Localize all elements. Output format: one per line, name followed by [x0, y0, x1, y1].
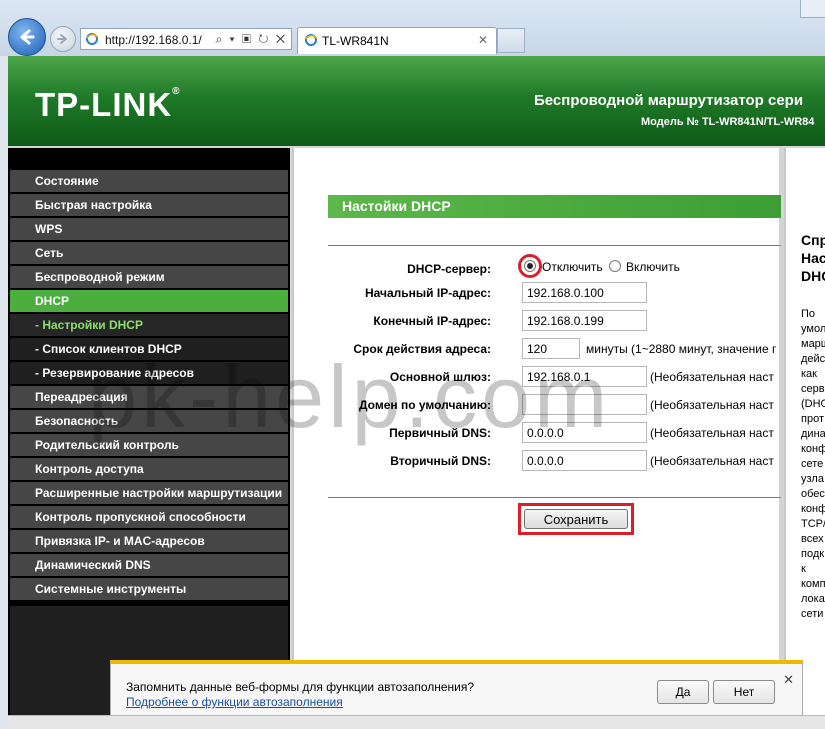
help-text-line: лока [801, 593, 825, 605]
help-text-line: как [801, 368, 817, 380]
forward-arrow-icon [57, 34, 67, 44]
ie-page-icon [86, 33, 99, 45]
dns2-input[interactable]: 0.0.0.0 [522, 450, 647, 471]
help-text-line: комп [801, 578, 825, 590]
notification-close-icon[interactable]: ✕ [783, 672, 794, 688]
horizontal-scrollbar[interactable] [8, 715, 825, 729]
help-text-line: TCP/ [801, 518, 825, 530]
dns2-row: Вторичный DNS: 0.0.0.0 (Необязательная н… [294, 450, 781, 472]
start-ip-input[interactable]: 192.168.0.100 [522, 282, 647, 303]
disable-radio[interactable] [524, 260, 536, 272]
address-bar[interactable]: http://192.168.0.1/ ⌕ ▾ ▣ ↻ ✕ [80, 28, 292, 50]
enable-label: Включить [626, 260, 680, 274]
sidebar-item-dhcp[interactable]: DHCP [10, 290, 288, 312]
yes-button[interactable]: Да [657, 680, 709, 704]
divider-top [328, 245, 781, 246]
new-tab-button[interactable] [497, 28, 525, 53]
help-text-line: обес [801, 488, 825, 500]
save-button[interactable]: Сохранить [524, 509, 628, 529]
help-text-line: всех [801, 533, 824, 545]
sidebar-item-wps[interactable]: WPS [10, 218, 288, 240]
start-ip-row: Начальный IP-адрес: 192.168.0.100 [294, 282, 781, 304]
sidebar-item-quick-setup[interactable]: Быстрая настройка [10, 194, 288, 216]
dhcp-server-row: DHCP-сервер: Отключить Включить [294, 254, 781, 280]
help-text-line: дина [801, 428, 825, 440]
help-text-line: сете [801, 458, 824, 470]
help-text-line: По [801, 308, 816, 320]
help-heading-2: Нас [801, 250, 825, 266]
help-text-line: марш [801, 338, 825, 350]
dns1-optional-note: (Необязательная наст [650, 426, 774, 440]
sidebar-item-access-control[interactable]: Контроль доступа [10, 458, 288, 480]
sidebar-item-bandwidth-control[interactable]: Контроль пропускной способности [10, 506, 288, 528]
no-button[interactable]: Нет [713, 680, 775, 704]
sidebar-item-dynamic-dns[interactable]: Динамический DNS [10, 554, 288, 576]
save-highlight-box: Сохранить [518, 503, 634, 535]
notification-message: Запомнить данные веб-формы для функции а… [126, 680, 475, 694]
section-title: Настойки DHCP [328, 195, 781, 218]
help-text-line: серв [801, 383, 825, 395]
dns2-label: Вторичный DNS: [390, 454, 491, 468]
help-text-line: умол [801, 323, 825, 335]
banner-model: Модель № TL-WR841N/TL-WR84 [641, 116, 815, 128]
help-text-line: (DHC [801, 398, 825, 410]
help-text-line: дейс [801, 353, 825, 365]
watermark-text: pk-help.com [88, 347, 612, 446]
tab-close-icon[interactable]: ✕ [478, 33, 488, 47]
sidebar-item-system-tools[interactable]: Системные инструменты [10, 578, 288, 600]
forward-button[interactable] [50, 26, 76, 52]
gateway-optional-note: (Необязательная наст [650, 370, 774, 384]
end-ip-input[interactable]: 192.168.0.199 [522, 310, 647, 331]
dns2-optional-note: (Необязательная наст [650, 454, 774, 468]
banner-title: Беспроводной маршрутизатор сери [534, 92, 804, 109]
help-text-line: узла [801, 473, 824, 485]
help-heading-1: Спр [801, 232, 825, 248]
sidebar-item-wireless[interactable]: Беспроводной режим [10, 266, 288, 288]
autocomplete-notification: Запомнить данные веб-формы для функции а… [110, 660, 803, 718]
end-ip-row: Конечный IP-адрес: 192.168.0.199 [294, 310, 781, 332]
lease-note: минуты (1~2880 минут, значение г [586, 342, 777, 356]
sidebar-item-ip-mac-binding[interactable]: Привязка IP- и MAC-адресов [10, 530, 288, 552]
radio-selected-dot [527, 263, 533, 269]
disable-label: Отключить [542, 260, 603, 274]
help-panel: Спр Нас DHC По умол марш дейс как серв (… [784, 148, 825, 715]
tab-title: TL-WR841N [322, 34, 389, 48]
browser-toolbar: http://192.168.0.1/ ⌕ ▾ ▣ ↻ ✕ TL-WR841N … [0, 0, 825, 56]
sidebar-item-network[interactable]: Сеть [10, 242, 288, 264]
help-text-line: конф [801, 503, 825, 515]
address-tools-icons[interactable]: ⌕ ▾ ▣ ↻ ✕ [216, 32, 288, 47]
divider-bottom [328, 497, 781, 498]
help-text-line: к [801, 563, 806, 575]
help-heading-3: DHC [801, 268, 825, 284]
help-text-line: сети [801, 608, 824, 620]
dhcp-server-label: DHCP-сервер: [407, 262, 491, 276]
help-text-line: конф [801, 443, 825, 455]
domain-optional-note: (Необязательная наст [650, 398, 774, 412]
tab-tl-wr841n[interactable]: TL-WR841N ✕ [297, 27, 497, 54]
help-text-line: подк [801, 548, 825, 560]
end-ip-label: Конечный IP-адрес: [373, 314, 491, 328]
back-arrow-icon [20, 29, 35, 45]
start-ip-label: Начальный IP-адрес: [364, 286, 491, 300]
enable-radio[interactable] [609, 260, 621, 272]
header-banner: TP-LINK® Беспроводной маршрутизатор сери… [8, 56, 825, 146]
notification-learn-more-link[interactable]: Подробнее о функции автозаполнения [126, 695, 343, 709]
back-button[interactable] [8, 18, 46, 56]
window-control[interactable] [800, 0, 825, 18]
ie-tab-icon [305, 34, 318, 46]
sidebar-item-advanced-routing[interactable]: Расширенные настройки маршрутизации [10, 482, 288, 504]
help-text-line: прот [801, 413, 824, 425]
sidebar-item-dhcp-settings[interactable]: - Настройки DHCP [10, 314, 288, 336]
url-text: http://192.168.0.1/ [105, 33, 202, 47]
sidebar-item-status[interactable]: Состояние [10, 170, 288, 192]
page-content: TP-LINK® Беспроводной маршрутизатор сери… [8, 56, 825, 715]
tp-link-logo: TP-LINK® [35, 86, 181, 123]
